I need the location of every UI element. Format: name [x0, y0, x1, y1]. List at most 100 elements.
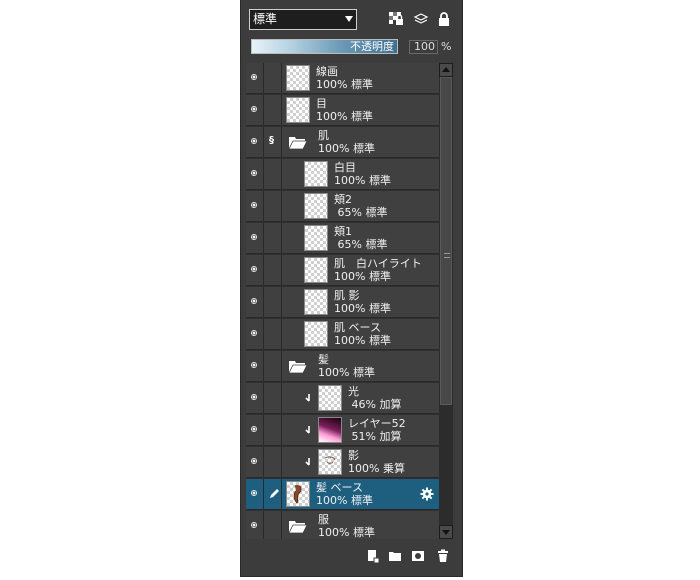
opacity-value-input[interactable]: 100	[409, 40, 438, 54]
layer-thumbnail	[304, 321, 328, 347]
hair-thumbnail-art	[293, 485, 302, 504]
layer-name: 光	[348, 385, 359, 398]
layer-row[interactable]: 肌 白ハイライト 100% 標準	[246, 255, 439, 286]
opacity-label: 不透明度	[350, 40, 394, 53]
scrollbar-thumb[interactable]	[440, 77, 452, 405]
layer-name: 肌 ベース	[334, 321, 381, 334]
visibility-eye-icon[interactable]	[246, 415, 264, 446]
layer-row[interactable]: 白目 100% 標準	[246, 159, 439, 190]
visibility-eye-icon[interactable]	[246, 127, 264, 158]
sketch-thumbnail-art	[324, 456, 336, 465]
layer-flag-cell[interactable]	[264, 351, 282, 382]
layers-stack-icon[interactable]	[413, 11, 429, 27]
visibility-eye-icon[interactable]	[246, 191, 264, 222]
trash-icon[interactable]	[436, 549, 450, 563]
lock-transparency-icon[interactable]	[388, 11, 404, 27]
layer-opacity-mode: 100% 標準	[334, 334, 391, 347]
layer-flag-cell[interactable]	[264, 415, 282, 446]
layer-opacity-mode: 46% 加算	[348, 398, 402, 411]
clipping-arrow-icon	[305, 458, 310, 466]
layer-name: 肌 白ハイライト	[334, 257, 422, 270]
visibility-eye-icon[interactable]	[246, 479, 264, 510]
layer-name: 髪	[318, 353, 329, 366]
clipping-arrow-icon	[305, 394, 310, 402]
layer-row[interactable]: 目 100% 標準	[246, 95, 439, 126]
layer-flag-cell[interactable]	[264, 447, 282, 478]
layer-opacity-mode: 100% 標準	[318, 526, 375, 539]
layer-opacity-mode: 100% 標準	[316, 110, 373, 123]
layer-name: 肌	[318, 129, 329, 142]
layer-row[interactable]: 光 46% 加算	[246, 383, 439, 414]
layers-panel: 標準 不透明度 100 % 線画 100% 標準目 100% 標準 § 肌 100% 標準…	[240, 0, 463, 577]
layer-opacity-mode: 100% 標準	[318, 366, 375, 379]
layer-flag-cell[interactable]	[264, 63, 282, 94]
layer-thumbnail	[286, 65, 310, 91]
pen-icon	[270, 489, 279, 498]
layer-name: 服	[318, 513, 329, 526]
visibility-eye-icon[interactable]	[246, 223, 264, 254]
layer-row[interactable]: レイヤー52 51% 加算	[246, 415, 439, 446]
layer-flag-cell[interactable]	[264, 383, 282, 414]
blend-mode-select[interactable]: 標準	[249, 9, 357, 30]
layer-opacity-mode: 100% 標準	[334, 302, 391, 315]
lock-icon[interactable]	[436, 11, 452, 27]
layer-row[interactable]: 肌 影 100% 標準	[246, 287, 439, 318]
layer-name: レイヤー52	[348, 417, 406, 430]
layer-row[interactable]: 髪 ベース 100% 標準	[246, 479, 439, 510]
layer-thumbnail	[304, 289, 328, 315]
layer-opacity-mode: 100% 標準	[316, 494, 373, 507]
gear-icon[interactable]	[420, 487, 434, 501]
layer-flag-cell[interactable]	[264, 319, 282, 350]
layer-folder-row[interactable]: 服 100% 標準	[246, 511, 439, 539]
new-layer-icon[interactable]	[366, 549, 380, 563]
mask-icon[interactable]	[411, 549, 425, 563]
visibility-eye-icon[interactable]	[246, 287, 264, 318]
layer-name: 線画	[316, 65, 338, 78]
layer-name: 肌 影	[334, 289, 360, 302]
scroll-up-button[interactable]	[439, 63, 453, 77]
scroll-down-icon	[442, 530, 450, 535]
opacity-slider[interactable]: 不透明度	[251, 39, 398, 54]
layer-name: 影	[348, 449, 359, 462]
layer-folder-row[interactable]: § 肌 100% 標準	[246, 127, 439, 158]
scrollbar-grip-icon	[444, 253, 450, 258]
layer-row[interactable]: 頬2 65% 標準	[246, 191, 439, 222]
layer-flag-cell[interactable]	[264, 191, 282, 222]
visibility-eye-icon[interactable]	[246, 447, 264, 478]
visibility-eye-icon[interactable]	[246, 351, 264, 382]
layer-name: 頬2	[334, 193, 352, 206]
layer-flag-cell[interactable]	[264, 511, 282, 539]
layer-row[interactable]: 影 100% 乗算	[246, 447, 439, 478]
layer-opacity-mode: 100% 標準	[316, 78, 373, 91]
new-folder-icon[interactable]	[388, 549, 402, 563]
layer-flag-cell[interactable]	[264, 255, 282, 286]
layer-name: 白目	[334, 161, 356, 174]
layer-flag-cell[interactable]	[264, 95, 282, 126]
visibility-eye-icon[interactable]	[246, 159, 264, 190]
layer-opacity-mode: 100% 標準	[334, 270, 391, 283]
layer-opacity-mode: 65% 標準	[334, 238, 388, 251]
layer-row[interactable]: 頬1 65% 標準	[246, 223, 439, 254]
layer-opacity-mode: 51% 加算	[348, 430, 402, 443]
layer-flag-cell[interactable]	[264, 223, 282, 254]
visibility-eye-icon[interactable]	[246, 383, 264, 414]
layer-flag-cell[interactable]: §	[264, 127, 282, 158]
visibility-eye-icon[interactable]	[246, 511, 264, 539]
scroll-down-button[interactable]	[439, 525, 453, 539]
layer-list-scrollbar[interactable]	[439, 63, 453, 539]
visibility-eye-icon[interactable]	[246, 255, 264, 286]
layer-flag-cell[interactable]	[264, 287, 282, 318]
layer-row[interactable]: 肌 ベース 100% 標準	[246, 319, 439, 350]
layer-name: 目	[316, 97, 327, 110]
layer-thumbnail	[304, 257, 328, 283]
dropdown-arrow-icon	[345, 16, 353, 22]
layer-row[interactable]: 線画 100% 標準	[246, 63, 439, 94]
layer-flag-cell[interactable]	[264, 159, 282, 190]
visibility-eye-icon[interactable]	[246, 319, 264, 350]
visibility-eye-icon[interactable]	[246, 95, 264, 126]
layer-folder-row[interactable]: 髪 100% 標準	[246, 351, 439, 382]
clipping-arrow-icon	[305, 426, 310, 434]
layer-opacity-mode: 100% 乗算	[348, 462, 405, 475]
folder-open-icon	[288, 137, 308, 150]
visibility-eye-icon[interactable]	[246, 63, 264, 94]
